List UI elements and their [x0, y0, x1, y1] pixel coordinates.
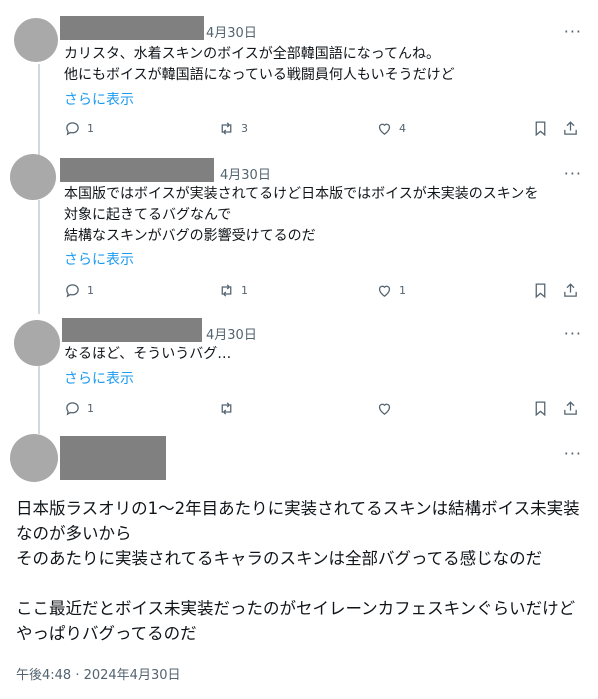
like-count: 1: [399, 284, 406, 297]
heart-icon: [378, 403, 391, 415]
bookmark-button[interactable]: [532, 120, 549, 137]
more-options-icon[interactable]: ···: [564, 22, 582, 41]
post-date[interactable]: 4月30日: [206, 22, 257, 41]
avatar[interactable]: [14, 320, 60, 366]
more-options-icon[interactable]: ···: [564, 324, 582, 343]
reply-icon: [66, 122, 79, 136]
author-name-redacted[interactable]: [60, 158, 214, 182]
thread-line: [38, 200, 40, 314]
author-name-redacted[interactable]: [60, 436, 166, 480]
like-count: 4: [399, 122, 406, 135]
bookmark-icon: [535, 401, 546, 417]
retweet-icon: [221, 402, 232, 415]
share-icon: [564, 283, 577, 297]
share-button[interactable]: [562, 282, 579, 299]
bookmark-icon: [535, 283, 546, 299]
reply-count: 1: [87, 284, 94, 297]
main-tweet-paragraph: 日本版ラスオリの1～2年目あたりに実装されてるスキンは結構ボイス未実装なのが多い…: [16, 499, 580, 568]
retweet-button[interactable]: [218, 400, 235, 417]
reply-button[interactable]: 1: [64, 400, 94, 417]
reply-button[interactable]: 1: [64, 282, 94, 299]
action-bar: 1 1 1: [64, 282, 582, 302]
retweet-icon: [221, 284, 232, 297]
reply-text: なるほど、そういうバグ…: [64, 346, 232, 362]
avatar[interactable]: [10, 434, 58, 482]
heart-icon: [378, 285, 391, 297]
post-date[interactable]: 4月30日: [206, 324, 257, 343]
share-icon: [564, 121, 577, 135]
reply-icon: [66, 284, 79, 298]
show-more-link[interactable]: さらに表示: [64, 249, 134, 269]
like-button[interactable]: 4: [376, 120, 406, 137]
reply-text: カリスタ、水着スキンのボイスが全部韓国語になってんね。 他にもボイスが韓国語にな…: [64, 46, 455, 83]
share-button[interactable]: [562, 120, 579, 137]
like-button[interactable]: 1: [376, 282, 406, 299]
thread-line: [38, 64, 40, 158]
show-more-link[interactable]: さらに表示: [64, 368, 134, 388]
reply-count: 1: [87, 402, 94, 415]
more-options-icon[interactable]: ···: [564, 164, 582, 183]
retweet-icon: [221, 122, 232, 135]
main-tweet-text: 日本版ラスオリの1～2年目あたりに実装されてるスキンは結構ボイス未実装なのが多い…: [16, 496, 582, 646]
show-more-link[interactable]: さらに表示: [64, 89, 134, 109]
bookmark-button[interactable]: [532, 282, 549, 299]
post-date[interactable]: 4月30日: [220, 164, 271, 183]
avatar[interactable]: [14, 18, 58, 62]
author-name-redacted[interactable]: [62, 318, 202, 342]
retweet-button[interactable]: 3: [218, 120, 248, 137]
action-bar: 1: [64, 400, 582, 420]
retweet-count: 3: [241, 122, 248, 135]
reply-count: 1: [87, 122, 94, 135]
share-icon: [564, 401, 577, 415]
retweet-button[interactable]: 1: [218, 282, 248, 299]
reply-icon: [66, 402, 79, 416]
heart-icon: [378, 123, 391, 135]
thread-line: [38, 366, 40, 434]
action-bar: 1 3 4: [64, 120, 582, 140]
author-name-redacted[interactable]: [60, 16, 204, 40]
avatar[interactable]: [10, 154, 56, 200]
post-timestamp[interactable]: 午後4:48 · 2024年4月30日: [16, 664, 181, 683]
reply-text: 本国版ではボイスが実装されてるけど日本版ではボイスが未実装のスキンを 対象に起き…: [64, 186, 539, 244]
reply-button[interactable]: 1: [64, 120, 94, 137]
bookmark-icon: [535, 121, 546, 137]
like-button[interactable]: [376, 400, 393, 417]
more-options-icon[interactable]: ···: [564, 444, 582, 463]
share-button[interactable]: [562, 400, 579, 417]
bookmark-button[interactable]: [532, 400, 549, 417]
main-tweet-paragraph: ここ最近だとボイス未実装だったのがセイレーンカフェスキンぐらいだけどやっぱりバグ…: [16, 599, 576, 643]
retweet-count: 1: [241, 284, 248, 297]
